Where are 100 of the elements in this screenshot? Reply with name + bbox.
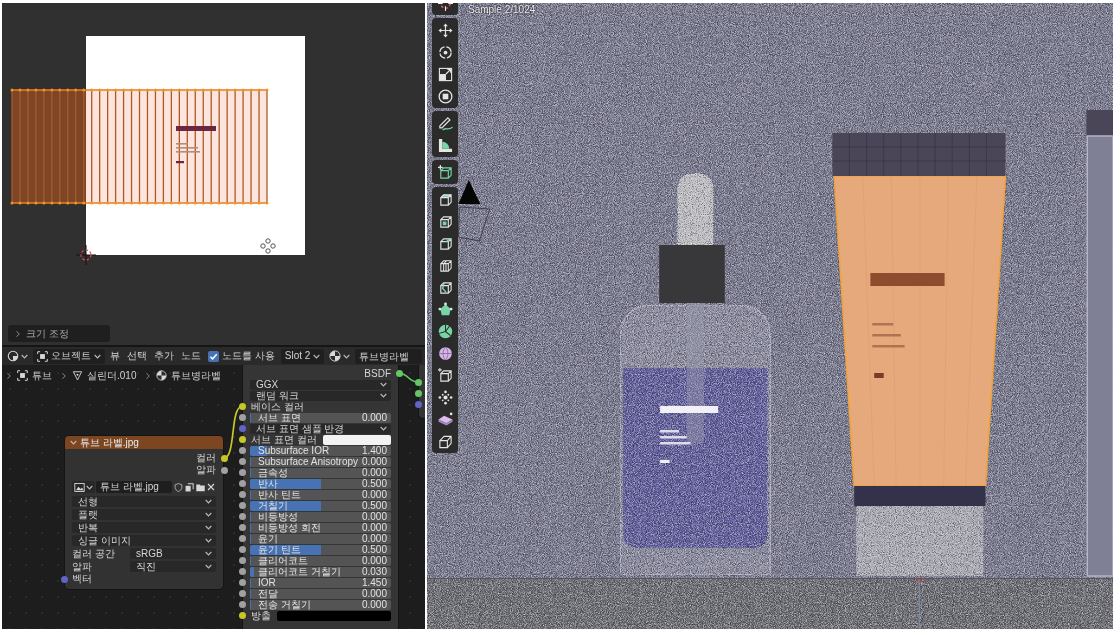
socket-icon[interactable] — [238, 513, 246, 520]
slider-track[interactable]: 반사 0.500 — [250, 478, 391, 489]
socket-icon[interactable] — [238, 579, 246, 586]
socket-icon[interactable] — [238, 491, 246, 498]
material-browse-button[interactable] — [327, 348, 353, 364]
setting-dropdown[interactable]: sRGB — [130, 548, 216, 559]
breadcrumb-item: 튜브 — [32, 370, 52, 381]
use-nodes-toggle[interactable]: 노드를 사용 — [208, 350, 275, 362]
color-swatch[interactable] — [277, 610, 391, 621]
slider-track[interactable]: 윤기 0.000 — [250, 533, 391, 544]
socket-icon[interactable] — [220, 454, 228, 462]
cube-inset-icon — [437, 213, 453, 229]
socket-icon[interactable] — [238, 469, 246, 476]
option-dropdown[interactable]: 싱글 이미지 — [72, 535, 216, 546]
caret-icon — [205, 499, 212, 504]
caret-icon — [21, 353, 28, 359]
slider-track[interactable]: 거칠기 0.500 — [250, 500, 391, 511]
slider-track[interactable]: 반사 틴트 0.000 — [250, 489, 391, 500]
node-header[interactable]: 튜브 라벨.jpg — [65, 436, 223, 449]
menu-item[interactable]: 뷰 — [108, 348, 122, 364]
option-dropdown[interactable]: 랜덤 워크 — [250, 390, 391, 401]
pivot-gizmo-icon[interactable] — [260, 238, 276, 254]
chevron-icon — [14, 329, 22, 338]
socket-icon[interactable] — [238, 601, 246, 608]
material-name-field[interactable]: 튜브병라벨 — [355, 348, 422, 364]
slider-track[interactable]: 클리어코트 거칠기 0.030 — [250, 566, 391, 577]
option-dropdown[interactable]: 반복 — [72, 522, 216, 533]
property-label: 윤기 틴트 — [258, 544, 301, 555]
property-value: 0.000 — [361, 599, 387, 610]
color-swatch[interactable] — [322, 434, 391, 445]
slider-track[interactable]: 윤기 틴트 0.500 — [250, 544, 391, 555]
fake-user-button[interactable] — [173, 481, 183, 493]
option-dropdown[interactable]: 선형 — [72, 496, 216, 507]
slider-track[interactable]: 클리어코트 0.000 — [250, 555, 391, 566]
image-name-field[interactable]: 튜브 라벨.jpg — [96, 481, 172, 493]
editor-type-button[interactable] — [5, 348, 30, 364]
blob-icon — [437, 301, 453, 317]
duplicate-button[interactable] — [184, 481, 194, 493]
checkbox[interactable] — [208, 350, 219, 362]
copy-icon — [184, 482, 194, 492]
socket-icon[interactable] — [395, 370, 403, 377]
slider-track[interactable]: 비등방성 0.000 — [250, 511, 391, 522]
pen-stroke-icon — [437, 115, 453, 131]
slider-track[interactable]: Subsurface Anisotropy 0.000 — [250, 456, 392, 467]
socket-icon[interactable] — [238, 403, 246, 410]
socket-icon[interactable] — [238, 414, 246, 421]
menu-item[interactable]: 노드 — [179, 348, 203, 364]
vector-dropdown[interactable]: 서브 표면 샘플 반경 — [250, 423, 391, 434]
socket-label: 베이스 컬러 — [250, 401, 304, 412]
slider-track[interactable]: 금속성 0.000 — [250, 467, 391, 478]
socket-label: 서브 표면 컬러 — [250, 434, 317, 445]
slider-track[interactable]: 비등방성 회전 0.000 — [250, 522, 391, 533]
operator-panel-toggle[interactable]: 크기 조정 — [8, 325, 110, 342]
mode-dropdown[interactable]: 오브젝트 — [33, 348, 105, 364]
property-value: 1.400 — [361, 445, 387, 456]
cube-lines-icon — [437, 257, 453, 273]
socket-icon[interactable] — [238, 612, 246, 619]
caret-icon — [343, 353, 351, 359]
slider-track[interactable]: IOR 1.450 — [250, 577, 391, 588]
socket-icon[interactable] — [238, 436, 246, 443]
slider-track[interactable]: 서브 표면 0.000 — [250, 412, 391, 423]
shaded-sphere-icon — [156, 370, 168, 381]
tool-button[interactable] — [432, 160, 458, 184]
option-dropdown[interactable]: GGX — [250, 379, 391, 390]
open-file-button[interactable] — [195, 481, 205, 493]
caret-icon — [205, 564, 212, 569]
socket-icon[interactable] — [238, 524, 246, 531]
option-dropdown[interactable]: 플랫 — [72, 509, 216, 520]
property-value: 0.000 — [361, 533, 387, 544]
caret-icon — [205, 551, 212, 556]
slider-track[interactable]: 전달 0.000 — [250, 588, 391, 599]
socket-icon[interactable] — [238, 458, 246, 465]
socket-icon[interactable] — [220, 466, 228, 474]
property-label: 반사 틴트 — [258, 489, 301, 500]
setting-dropdown[interactable]: 직진 — [130, 561, 216, 572]
socket-icon[interactable] — [238, 557, 246, 564]
cube-cut-icon — [437, 279, 453, 295]
image-browse-button[interactable] — [72, 481, 95, 493]
chevron-icon — [60, 371, 68, 380]
socket-icon[interactable] — [238, 568, 246, 575]
slab-icon — [437, 411, 453, 427]
socket-icon[interactable] — [238, 502, 246, 509]
cursor-2d-icon[interactable] — [75, 244, 97, 266]
socket-icon[interactable] — [238, 480, 246, 487]
cube-dot-icon — [437, 367, 453, 383]
property-label: 윤기 — [258, 533, 278, 544]
socket-icon[interactable] — [238, 535, 246, 542]
property-label: 클리어코트 — [258, 555, 308, 566]
slot-dropdown[interactable]: Slot 2 — [280, 348, 325, 364]
property-value: 0.500 — [361, 500, 387, 511]
menu-item[interactable]: 선택 — [125, 348, 149, 364]
menu-item[interactable]: 추가 — [152, 348, 176, 364]
slider-track[interactable]: 전송 거칠기 0.000 — [250, 599, 391, 610]
socket-icon[interactable] — [238, 447, 246, 454]
unlink-button[interactable] — [206, 481, 216, 493]
socket-icon[interactable] — [238, 546, 246, 553]
cursor-3d-icon[interactable] — [915, 573, 924, 583]
socket-icon[interactable] — [238, 590, 246, 597]
property-value: 0.000 — [361, 467, 387, 478]
node-title: 튜브 라벨.jpg — [80, 436, 139, 449]
